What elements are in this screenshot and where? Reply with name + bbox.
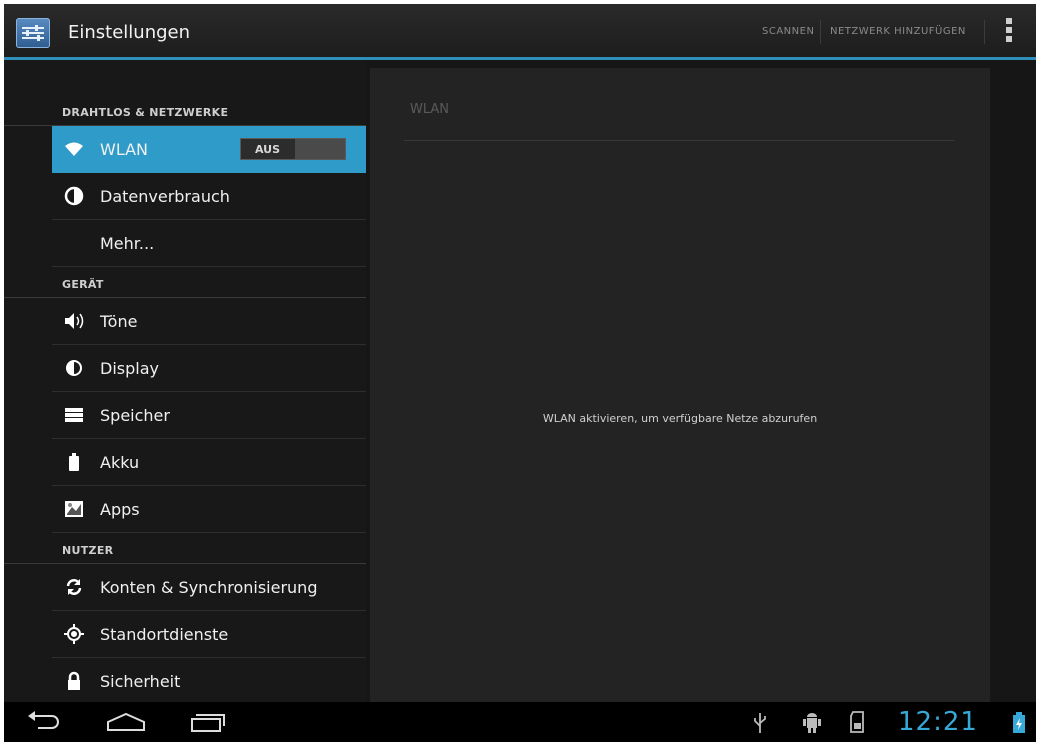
- wifi-icon: [64, 139, 84, 159]
- settings-item-label: Datenverbrauch: [100, 187, 230, 206]
- settings-item-label: WLAN: [100, 140, 149, 159]
- action-bar: Einstellungen SCANNEN NETZWERK HINZUFÜGE…: [4, 4, 1036, 60]
- sync-icon: [64, 577, 84, 597]
- toggle-state-label: AUS: [255, 143, 281, 156]
- speaker-icon: [64, 311, 84, 331]
- settings-item-label: Speicher: [100, 406, 170, 425]
- home-icon[interactable]: [106, 710, 146, 738]
- location-icon: [64, 624, 84, 644]
- data-usage-icon: [64, 186, 84, 206]
- settings-item-storage[interactable]: Speicher: [52, 392, 366, 439]
- settings-item-label: Standortdienste: [100, 625, 229, 644]
- battery-icon: [64, 452, 84, 472]
- back-icon[interactable]: [26, 710, 62, 738]
- settings-item-apps[interactable]: Apps: [52, 486, 366, 533]
- action-separator: [984, 20, 985, 44]
- settings-item-battery[interactable]: Akku: [52, 439, 366, 486]
- settings-item-label: Display: [100, 359, 159, 378]
- empty-state-message: WLAN aktivieren, um verfügbare Netze abz…: [542, 412, 818, 425]
- wlan-detail-pane: WLAN WLAN aktivieren, um verfügbare Netz…: [370, 68, 990, 702]
- settings-item-label: Akku: [100, 453, 140, 472]
- app-title: Einstellungen: [68, 22, 191, 43]
- settings-list: DRAHTLOS & NETZWERKE WLAN AUS Datenverbr…: [4, 60, 366, 702]
- settings-item-location[interactable]: Standortdienste: [52, 611, 366, 658]
- screen: Einstellungen SCANNEN NETZWERK HINZUFÜGE…: [4, 4, 1036, 742]
- wlan-toggle[interactable]: AUS: [240, 138, 346, 160]
- action-separator: [820, 20, 821, 44]
- settings-item-data-usage[interactable]: Datenverbrauch: [52, 173, 366, 220]
- settings-item-more[interactable]: Mehr...: [52, 220, 366, 267]
- scan-button[interactable]: SCANNEN: [762, 26, 814, 37]
- settings-item-label: Mehr...: [100, 234, 155, 253]
- settings-item-label: Töne: [100, 312, 138, 331]
- apps-icon: [64, 499, 84, 519]
- lock-icon: [64, 671, 84, 691]
- settings-item-wlan[interactable]: WLAN AUS: [52, 126, 366, 173]
- settings-item-label: Konten & Synchronisierung: [100, 578, 318, 597]
- settings-item-display[interactable]: Display: [52, 345, 366, 392]
- overflow-menu-icon[interactable]: [1004, 18, 1014, 46]
- settings-item-label: Apps: [100, 500, 140, 519]
- detail-title: WLAN: [410, 102, 450, 117]
- sd-card-icon: [850, 711, 866, 737]
- add-network-button[interactable]: NETZWERK HINZUFÜGEN: [830, 26, 966, 37]
- detail-divider: [404, 140, 954, 141]
- settings-item-accounts-sync[interactable]: Konten & Synchronisierung: [52, 564, 366, 611]
- settings-app-icon[interactable]: [16, 18, 50, 48]
- android-debug-icon: [802, 712, 822, 738]
- settings-item-sounds[interactable]: Töne: [52, 298, 366, 345]
- system-nav-bar: 12:21: [4, 702, 1036, 742]
- section-header-device: GERÄT: [4, 268, 366, 298]
- battery-charging-icon: [1012, 712, 1026, 738]
- brightness-icon: [64, 358, 84, 378]
- settings-item-label: Sicherheit: [100, 672, 181, 691]
- section-header-user: NUTZER: [4, 534, 366, 564]
- usb-icon: [752, 712, 768, 738]
- recent-apps-icon[interactable]: [190, 710, 226, 738]
- settings-item-security[interactable]: Sicherheit: [52, 658, 366, 702]
- storage-icon: [64, 405, 84, 425]
- status-clock: 12:21: [898, 707, 978, 737]
- section-header-wireless: DRAHTLOS & NETZWERKE: [4, 96, 366, 126]
